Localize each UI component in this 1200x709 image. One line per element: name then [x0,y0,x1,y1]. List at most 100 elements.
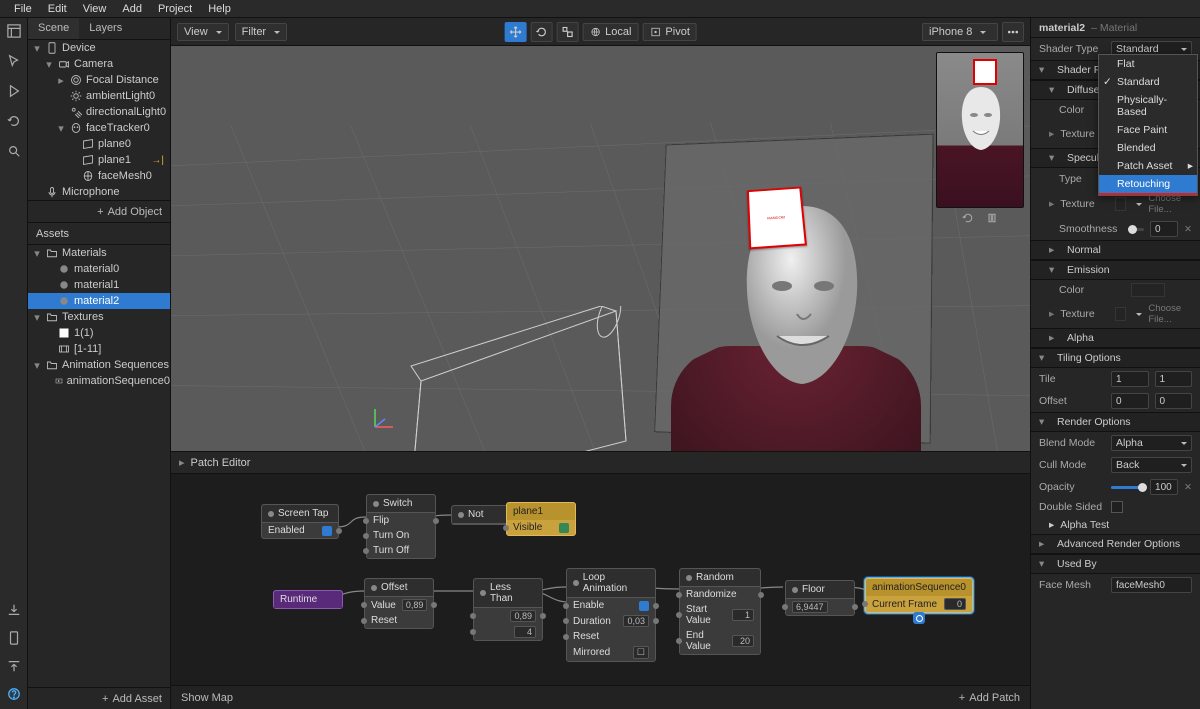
node-offset[interactable]: Offset Value0,89 Reset [364,578,434,629]
preview-pause-icon[interactable] [986,212,998,227]
refresh-icon[interactable] [5,112,23,130]
node-animation-sequence[interactable]: animationSequence0 Current Frame0 [865,578,973,613]
tree-item-animation-sequences[interactable]: ▾Animation Sequences [28,357,170,373]
scene-tree[interactable]: ▾Device▾Camera▸Focal DistanceambientLigh… [28,40,170,200]
section-normal[interactable]: Normal [1067,244,1101,256]
tree-item-ambientlight0[interactable]: ambientLight0 [28,88,170,104]
help-icon[interactable] [5,685,23,703]
patch-header[interactable]: ▸Patch Editor [171,452,1030,474]
node-loop-animation[interactable]: Loop Animation Enable Duration0,03 Reset… [566,568,656,662]
cull-mode-select[interactable]: Back [1111,457,1192,473]
section-diffuse[interactable]: Diffuse [1067,84,1100,96]
tile-x-input[interactable]: 1 [1111,371,1149,387]
offset-x-input[interactable]: 0 [1111,393,1149,409]
dropdown-item-blended[interactable]: Blended [1099,139,1197,157]
node-plane1[interactable]: plane1 Visible [506,502,576,536]
export-icon[interactable] [5,657,23,675]
section-emission[interactable]: Emission [1067,264,1110,276]
menu-view[interactable]: View [75,3,115,15]
section-alpha[interactable]: Alpha [1067,332,1094,344]
smoothness-slider [1131,228,1144,231]
view-dropdown[interactable]: View [177,23,229,41]
node-less-than[interactable]: Less Than 0,89 4 [473,578,543,641]
add-patch-button[interactable]: +Add Patch [959,692,1020,704]
section-alpha-test[interactable]: Alpha Test [1060,519,1109,531]
shader-type-dropdown[interactable]: Flat Standard Physically-Based Face Pain… [1098,54,1198,196]
show-map-button[interactable]: Show Map [181,692,233,704]
tree-item-textures[interactable]: ▾Textures [28,309,170,325]
node-screen-tap[interactable]: Screen Tap Enabled [261,504,339,539]
assets-footer[interactable]: +Add Asset [28,687,170,709]
scene-footer[interactable]: +Add Object [28,200,170,222]
patch-graph[interactable]: Screen Tap Enabled Switch Flip Turn On T… [171,474,1030,685]
dropdown-item-patchasset[interactable]: Patch Asset [1099,157,1197,175]
add-object-button[interactable]: Add Object [108,206,162,218]
local-toggle[interactable]: Local [582,23,638,41]
tree-item-microphone[interactable]: Microphone [28,184,170,200]
menu-add[interactable]: Add [114,3,150,15]
tree-item--1-11-[interactable]: [1-11] [28,341,170,357]
section-render[interactable]: Render Options [1057,416,1131,428]
tree-item-device[interactable]: ▾Device [28,40,170,56]
search-icon[interactable] [5,142,23,160]
tree-item-focal-distance[interactable]: ▸Focal Distance [28,72,170,88]
section-tiling[interactable]: Tiling Options [1057,352,1121,364]
dropdown-item-pbr[interactable]: Physically-Based [1099,91,1197,121]
tree-item-material0[interactable]: material0 [28,261,170,277]
usedby-value[interactable]: faceMesh0 [1111,577,1192,593]
import-icon[interactable] [5,601,23,619]
tree-item-facetracker0[interactable]: ▾faceTracker0 [28,120,170,136]
preview-restart-icon[interactable] [962,212,974,227]
dropdown-item-retouching[interactable]: Retouching [1099,175,1197,193]
node-runtime[interactable]: Runtime [273,590,343,609]
tile-y-input[interactable]: 1 [1155,371,1193,387]
tree-item-material1[interactable]: material1 [28,277,170,293]
move-tool[interactable] [504,22,526,42]
pivot-toggle[interactable]: Pivot [642,23,696,41]
scale-tool[interactable] [556,22,578,42]
assets-tree[interactable]: ▾Materialsmaterial0material1material2▾Te… [28,245,170,687]
double-sided-checkbox[interactable] [1111,501,1123,513]
device-icon[interactable] [5,629,23,647]
dropdown-item-flat[interactable]: Flat [1099,55,1197,73]
dropdown-item-standard[interactable]: Standard [1099,73,1197,91]
tree-item-facemesh0[interactable]: faceMesh0 [28,168,170,184]
tree-item-animationsequence0[interactable]: animationSequence0 [28,373,170,389]
tree-item-material2[interactable]: material2 [28,293,170,309]
device-icon [46,42,58,54]
tab-layers[interactable]: Layers [79,18,132,39]
cursor-icon[interactable] [5,52,23,70]
blend-mode-select[interactable]: Alpha [1111,435,1192,451]
opacity-input[interactable]: 100 [1150,479,1178,495]
node-random[interactable]: Random Randomize Start Value1 End Value2… [679,568,761,655]
menu-edit[interactable]: Edit [40,3,75,15]
tree-item-plane0[interactable]: plane0 [28,136,170,152]
node-settings-icon[interactable] [913,612,925,624]
tree-item-materials[interactable]: ▾Materials [28,245,170,261]
menu-help[interactable]: Help [200,3,239,15]
preview-device-dropdown[interactable]: iPhone 8 [922,23,998,41]
menu-file[interactable]: File [6,3,40,15]
opacity-slider[interactable] [1111,486,1144,489]
filter-dropdown[interactable]: Filter [235,23,287,41]
section-usedby[interactable]: Used By [1057,558,1097,570]
tree-item-1-1-[interactable]: 1(1) [28,325,170,341]
tree-item-plane1[interactable]: plane1→| [28,152,170,168]
node-switch[interactable]: Switch Flip Turn On Turn Off [366,494,436,559]
shader-type-label: Shader Type [1039,43,1105,55]
section-advanced[interactable]: Advanced Render Options [1057,538,1180,550]
play-icon[interactable] [5,82,23,100]
dropdown-item-facepaint[interactable]: Face Paint [1099,121,1197,139]
tab-scene[interactable]: Scene [28,18,79,39]
viewport[interactable]: RANDOM [171,46,1030,451]
offset-y-input[interactable]: 0 [1155,393,1193,409]
add-asset-button[interactable]: Add Asset [112,693,162,705]
layout-icon[interactable] [5,22,23,40]
tree-item-camera[interactable]: ▾Camera [28,56,170,72]
rotate-tool[interactable] [530,22,552,42]
node-floor[interactable]: Floor 6,9447 [785,580,855,616]
opacity-label: Opacity [1039,481,1105,493]
preview-menu-icon[interactable] [1002,22,1024,42]
tree-item-directionallight0[interactable]: directionalLight0 [28,104,170,120]
menu-project[interactable]: Project [150,3,200,15]
